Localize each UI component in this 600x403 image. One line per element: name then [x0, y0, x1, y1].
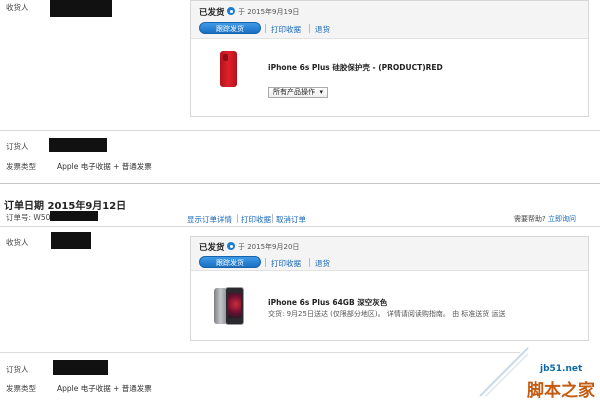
divider [0, 130, 600, 131]
divider [265, 24, 266, 33]
shipment-status: 已发货 [199, 243, 225, 253]
product-image [214, 287, 245, 325]
shipment-header: 已发货 于 2015年9月20日 跟踪发货 打印收据 退货 [191, 237, 588, 271]
section-divider [0, 183, 600, 184]
divider [0, 352, 520, 353]
divider [309, 258, 310, 267]
status-dot-icon [227, 7, 235, 15]
shipment-date: 于 2015年9月20日 [238, 243, 300, 251]
cancel-order-link[interactable]: 取消订单 [276, 214, 306, 225]
view-order-details-link[interactable]: 显示订单详情 [187, 214, 232, 225]
delivery-info: 交货: 9月25日送达 (仅限部分地区)。 详情请阅读购指南。 由 标准送货 运… [268, 310, 506, 318]
order-number-label: 订单号: W50 [6, 213, 51, 222]
order-date: 订单日期 2015年9月12日 [4, 201, 127, 212]
divider [0, 226, 600, 227]
watermark-name: 脚本之家 [527, 381, 595, 401]
print-receipt-link[interactable]: 打印收据 [271, 258, 301, 269]
product-actions-dropdown[interactable]: 所有产品操作 ▾ [268, 87, 328, 98]
print-receipt-link[interactable]: 打印收据 [271, 24, 301, 35]
shipment-status: 已发货 [199, 8, 225, 18]
recipient-label: 收货人 [6, 238, 29, 247]
orderer-label: 订货人 [6, 142, 29, 151]
help-text: 需要帮助? 立即询问 [514, 214, 576, 224]
help-prefix: 需要帮助? [514, 215, 546, 223]
invoice-type-label: 发票类型 [6, 384, 36, 393]
product-name: iPhone 6s Plus 64GB 深空灰色 [268, 298, 388, 307]
divider [309, 24, 310, 33]
invoice-type-value: Apple 电子收据 + 普通发票 [57, 162, 152, 171]
watermark-site: jb51.net [540, 364, 583, 374]
orderer-label: 订货人 [6, 365, 29, 374]
track-shipment-button[interactable]: 跟踪发货 [199, 22, 261, 34]
shipment-card: 已发货 于 2015年9月19日 跟踪发货 打印收据 退货 iPhone 6s … [190, 0, 589, 117]
dropdown-arrow-icon: ▾ [317, 88, 323, 96]
invoice-type-label: 发票类型 [6, 162, 36, 171]
redacted-orderer [49, 138, 107, 152]
product-actions-label: 所有产品操作 [273, 88, 315, 96]
shipment-header: 已发货 于 2015年9月19日 跟踪发货 打印收据 退货 [191, 1, 588, 39]
divider [272, 214, 273, 223]
divider [265, 258, 266, 267]
product-name: iPhone 6s Plus 硅胶保护壳 - (PRODUCT)RED [268, 63, 443, 72]
redacted-order-number [50, 211, 98, 221]
ask-now-link[interactable]: 立即询问 [548, 215, 576, 223]
invoice-type-value: Apple 电子收据 + 普通发票 [57, 384, 152, 393]
recipient-label: 收货人 [6, 3, 29, 12]
track-shipment-button[interactable]: 跟踪发货 [199, 256, 261, 268]
product-image [220, 51, 237, 87]
return-link[interactable]: 退货 [315, 258, 330, 269]
redacted-recipient [50, 0, 112, 17]
shipment-date: 于 2015年9月19日 [238, 8, 300, 16]
redacted-orderer [53, 360, 108, 375]
print-receipt-link[interactable]: 打印收据 [241, 214, 271, 225]
status-dot-icon [227, 242, 235, 250]
divider [237, 214, 238, 223]
shipment-card: 已发货 于 2015年9月20日 跟踪发货 打印收据 退货 iPhone 6s … [190, 236, 589, 341]
return-link[interactable]: 退货 [315, 24, 330, 35]
watermark-arrow-icon [479, 347, 529, 397]
redacted-recipient [51, 232, 91, 249]
